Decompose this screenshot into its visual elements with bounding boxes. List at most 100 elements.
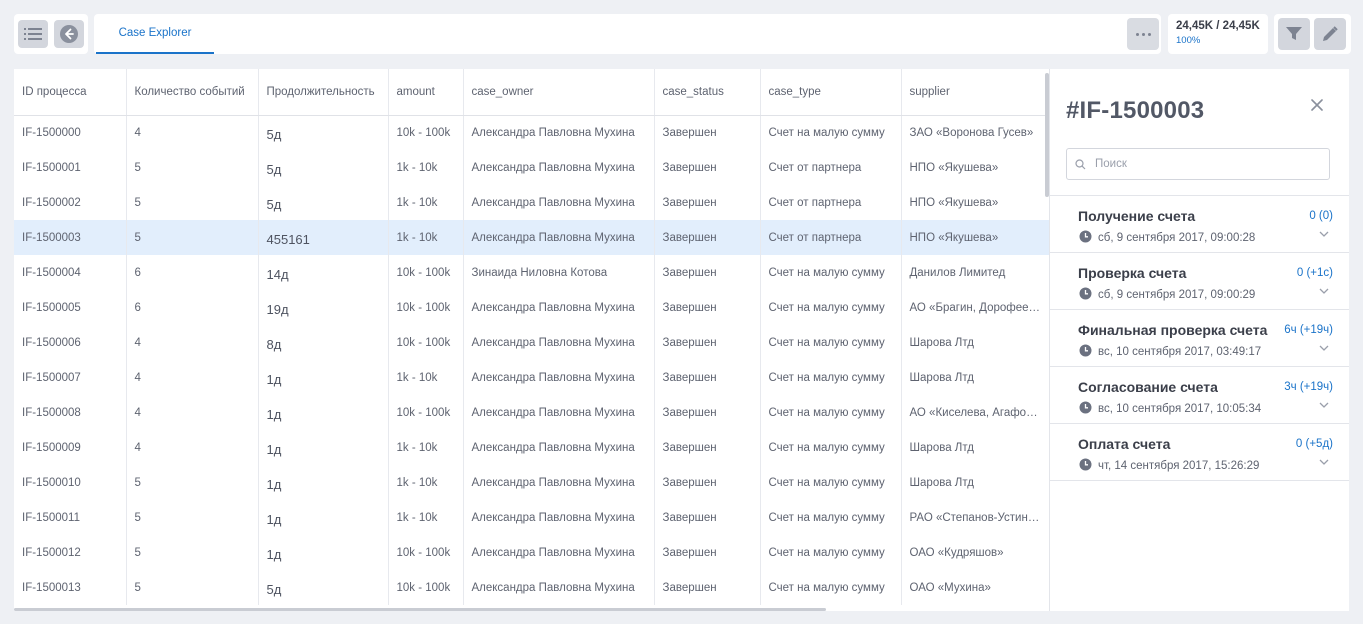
table-cell: 5 <box>126 500 259 535</box>
chevron-down-icon[interactable] <box>1319 401 1329 409</box>
table-cell: Шарова Лтд <box>901 360 1049 395</box>
case-table-panel: ID процесса Количество событий Продолжител… <box>14 69 1049 611</box>
chevron-down-icon[interactable] <box>1319 230 1329 238</box>
search-field[interactable] <box>1066 148 1330 180</box>
event-item[interactable]: Финальная проверка счета 6ч (+19ч) вс, 10 … <box>1050 310 1349 367</box>
close-button[interactable] <box>1307 95 1327 115</box>
back-icon <box>60 25 78 43</box>
table-row[interactable]: IF-1500004 6 14д 10k - 100k Зинаида Ниловна … <box>14 255 1049 290</box>
table-cell: АО «Брагин, Дорофеев и Ко» <box>901 290 1049 325</box>
table-cell: Счет на малую сумму <box>760 465 902 500</box>
table-cell: 10k - 100k <box>388 115 464 150</box>
table-row[interactable]: IF-1500008 4 1д 10k - 100k Александра Павлов… <box>14 395 1049 430</box>
column-header[interactable]: Продолжительность <box>258 69 389 116</box>
table-header-row: ID процесса Количество событий Продолжител… <box>14 69 1049 116</box>
column-header[interactable]: supplier <box>901 69 1049 116</box>
table-cell: 10k - 100k <box>388 325 464 360</box>
edit-button[interactable] <box>1314 18 1346 50</box>
table-cell: IF-1500009 <box>14 430 127 465</box>
table-row[interactable]: IF-1500007 4 1д 1k - 10k Александра Павловна… <box>14 360 1049 395</box>
table-cell: IF-1500002 <box>14 185 127 220</box>
table-cell: Завершен <box>654 290 761 325</box>
menu-button[interactable] <box>18 20 48 48</box>
table-row[interactable]: IF-1500006 4 8д 10k - 100k Александра Павлов… <box>14 325 1049 360</box>
table-row[interactable]: IF-1500010 5 1д 1k - 10k Александра Павловна… <box>14 465 1049 500</box>
column-header[interactable]: amount <box>388 69 464 116</box>
table-row[interactable]: IF-1500013 5 5д 10k - 100k Александра Павлов… <box>14 570 1049 605</box>
table-cell: 1д <box>258 430 389 465</box>
clock-icon <box>1079 344 1092 357</box>
event-item[interactable]: Оплата счета 0 (+5д) чт, 14 сентября 2017,… <box>1050 424 1349 481</box>
table-cell: Завершен <box>654 220 761 255</box>
table-cell: 4 <box>126 395 259 430</box>
table-row[interactable]: IF-1500012 5 1д 10k - 100k Александра Павлов… <box>14 535 1049 570</box>
more-button[interactable] <box>1127 18 1159 50</box>
table-row[interactable]: IF-1500000 4 5д 10k - 100k Александра Павлов… <box>14 115 1049 150</box>
filter-button[interactable] <box>1278 18 1310 50</box>
table-cell: 10k - 100k <box>388 395 464 430</box>
table-cell: IF-1500006 <box>14 325 127 360</box>
column-header[interactable]: case_owner <box>463 69 655 116</box>
column-header[interactable]: case_type <box>760 69 902 116</box>
event-name: Согласование счета <box>1078 379 1218 395</box>
table-cell: ОАО «Кудряшов» <box>901 535 1049 570</box>
event-item[interactable]: Проверка счета 0 (+1с) сб, 9 сентября 2017… <box>1050 253 1349 310</box>
clock-icon <box>1079 401 1092 414</box>
top-toolbar: Case Explorer 24,45K / 24,45K 100% <box>14 14 1351 54</box>
column-header[interactable]: Количество событий <box>126 69 259 116</box>
event-list: Получение счета 0 (0) сб, 9 сентября 2017,… <box>1050 195 1349 481</box>
table-cell: 5д <box>258 115 389 150</box>
table-cell: 8д <box>258 325 389 360</box>
table-cell: 5 <box>126 465 259 500</box>
table-cell: 5д <box>258 150 389 185</box>
back-button[interactable] <box>54 20 84 48</box>
table-cell: IF-1500005 <box>14 290 127 325</box>
table-cell: 4 <box>126 430 259 465</box>
table-cell: Данилов Лимитед <box>901 255 1049 290</box>
table-cell: Зинаида Ниловна Котова <box>463 255 655 290</box>
table-cell: 1д <box>258 465 389 500</box>
table-cell: 19д <box>258 290 389 325</box>
table-cell: Александра Павловна Мухина <box>463 115 655 150</box>
event-item[interactable]: Получение счета 0 (0) сб, 9 сентября 2017,… <box>1050 196 1349 253</box>
table-cell: 5 <box>126 220 259 255</box>
table-cell: 455161 <box>258 220 389 255</box>
table-row[interactable]: IF-1500003 5 455161 1k - 10k Александра Павл… <box>14 220 1049 255</box>
search-input[interactable] <box>1095 158 1315 170</box>
table-cell: 1д <box>258 500 389 535</box>
table-cell: Шарова Лтд <box>901 430 1049 465</box>
table-cell: Счет на малую сумму <box>760 360 902 395</box>
action-buttons <box>1274 14 1351 54</box>
horizontal-scrollbar[interactable] <box>14 608 826 611</box>
table-cell: 5д <box>258 185 389 220</box>
table-cell: Счет на малую сумму <box>760 325 902 360</box>
case-counter: 24,45K / 24,45K 100% <box>1168 14 1268 54</box>
chevron-down-icon[interactable] <box>1319 458 1329 466</box>
event-date: сб, 9 сентября 2017, 09:00:28 <box>1098 232 1256 244</box>
table-cell: Завершен <box>654 465 761 500</box>
table-cell: Александра Павловна Мухина <box>463 220 655 255</box>
case-title: #IF-1500003 <box>1066 97 1205 124</box>
table-cell: Александра Павловна Мухина <box>463 430 655 465</box>
column-header[interactable]: case_status <box>654 69 761 116</box>
table-cell: Завершен <box>654 500 761 535</box>
table-cell: НПО «Якушева» <box>901 220 1049 255</box>
table-cell: 6 <box>126 290 259 325</box>
table-cell: 4 <box>126 115 259 150</box>
table-row[interactable]: IF-1500005 6 19д 10k - 100k Александра Павло… <box>14 290 1049 325</box>
table-cell: Счет на малую сумму <box>760 570 902 605</box>
clock-icon <box>1079 230 1092 243</box>
table-cell: Александра Павловна Мухина <box>463 465 655 500</box>
table-row[interactable]: IF-1500001 5 5д 1k - 10k Александра Павловна… <box>14 150 1049 185</box>
table-row[interactable]: IF-1500011 5 1д 1k - 10k Александра Павловна… <box>14 500 1049 535</box>
chevron-down-icon[interactable] <box>1319 287 1329 295</box>
event-item[interactable]: Согласование счета 3ч (+19ч) вс, 10 сентяб… <box>1050 367 1349 424</box>
table-cell: Счет на малую сумму <box>760 290 902 325</box>
tab-case-explorer[interactable]: Case Explorer <box>96 14 214 54</box>
table-row[interactable]: IF-1500002 5 5д 1k - 10k Александра Павловна… <box>14 185 1049 220</box>
column-header[interactable]: ID процесса <box>14 69 127 116</box>
table-cell: Счет на малую сумму <box>760 430 902 465</box>
chevron-down-icon[interactable] <box>1319 344 1329 352</box>
table-cell: 4 <box>126 325 259 360</box>
table-row[interactable]: IF-1500009 4 1д 1k - 10k Александра Павловна… <box>14 430 1049 465</box>
